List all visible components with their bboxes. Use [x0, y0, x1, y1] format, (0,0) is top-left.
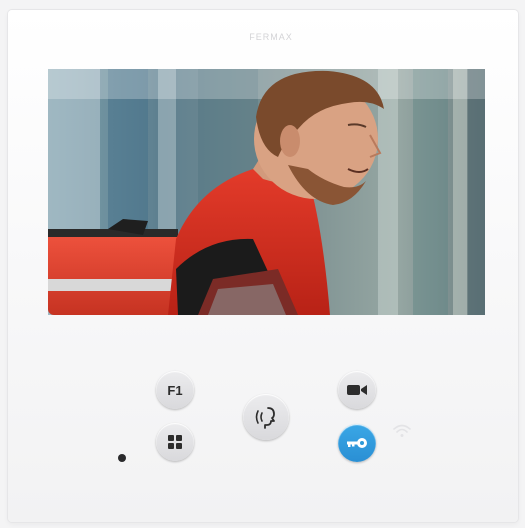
talk-button[interactable] [243, 394, 289, 440]
wifi-icon [393, 424, 411, 437]
status-led [118, 454, 126, 462]
menu-button[interactable] [156, 423, 194, 461]
key-icon [347, 438, 367, 448]
door-open-button[interactable] [338, 424, 376, 462]
brand-logo: FERMAX [249, 32, 293, 42]
video-screen [48, 69, 485, 315]
f1-label: F1 [167, 382, 183, 398]
visitor-video-feed [48, 69, 485, 315]
speaking-head-icon [255, 407, 275, 429]
f1-button[interactable]: F1 [156, 371, 194, 409]
camera-button[interactable] [338, 371, 376, 409]
video-camera-icon [347, 385, 367, 395]
grid-icon [168, 435, 182, 449]
